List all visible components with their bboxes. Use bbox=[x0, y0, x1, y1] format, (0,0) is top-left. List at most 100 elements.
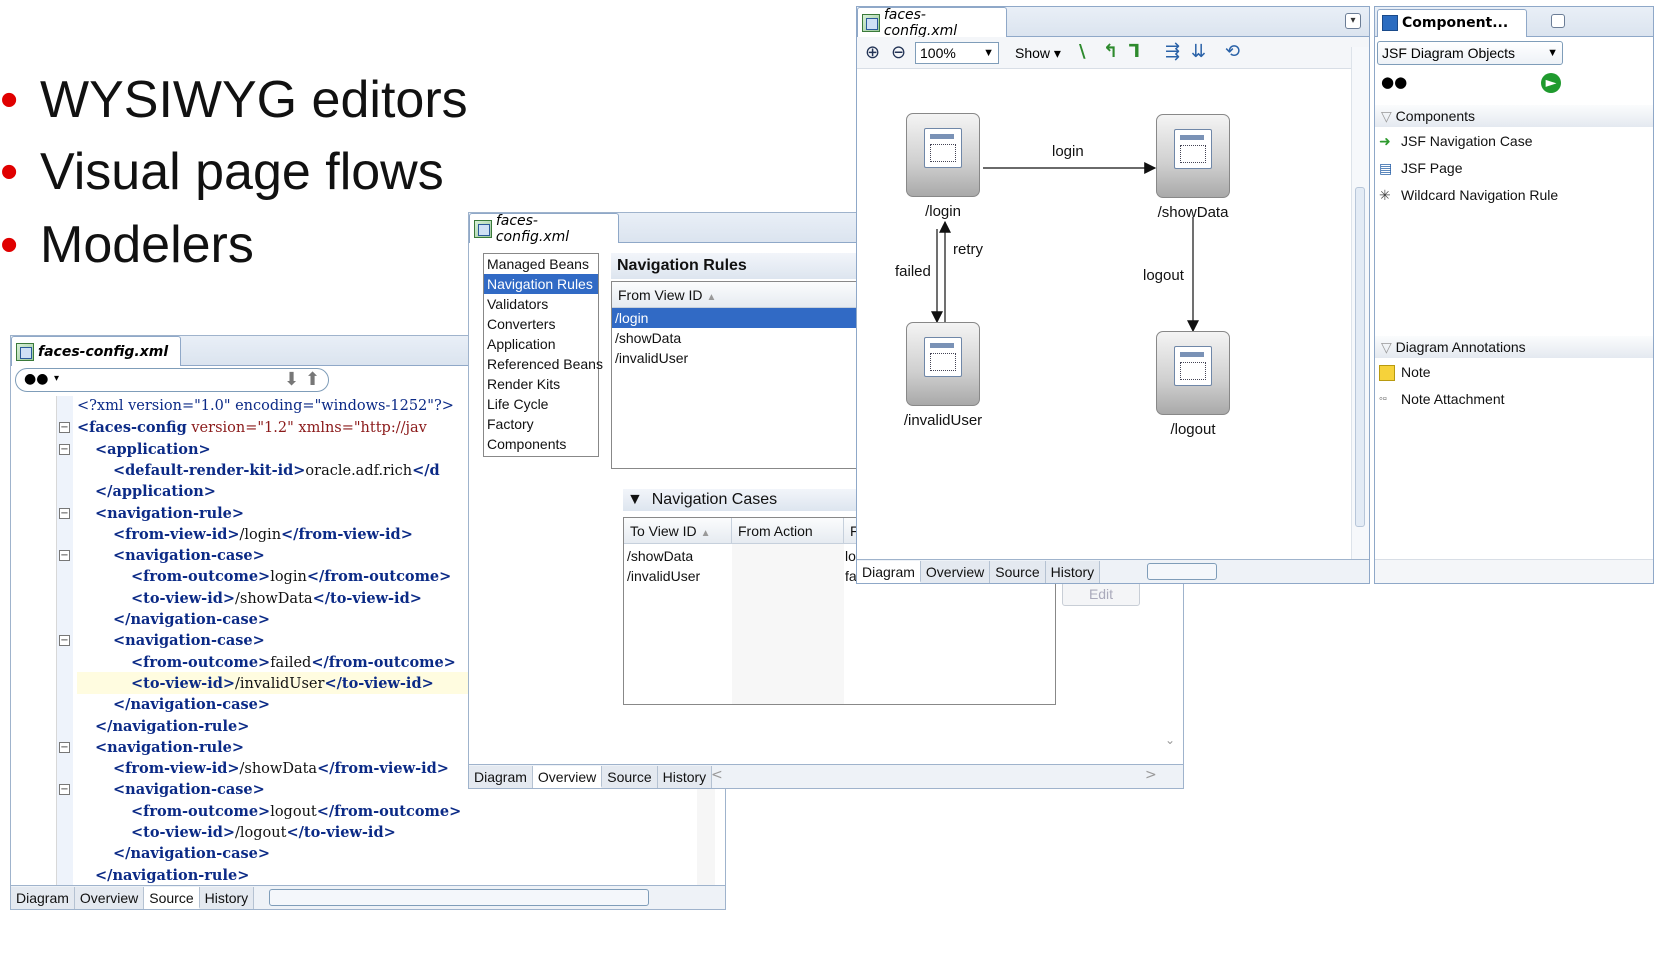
collapse-icon[interactable]: − bbox=[59, 507, 70, 519]
code-line[interactable]: <?xml version="1.0" encoding="windows-12… bbox=[77, 396, 454, 417]
rule-row[interactable]: /showData bbox=[612, 328, 860, 348]
collapse-triangle-icon[interactable]: ▽ bbox=[1381, 108, 1392, 124]
file-tab[interactable]: faces-config.xml bbox=[11, 336, 181, 366]
refresh-layout-icon[interactable]: ⟲ bbox=[1225, 41, 1240, 62]
scroll-left-icon[interactable]: < bbox=[711, 767, 723, 783]
code-line[interactable]: <application> bbox=[95, 439, 211, 461]
find-bar[interactable]: ●● ▾ ⬇ ⬆ bbox=[15, 368, 329, 392]
scroll-down-icon[interactable]: ⌄ bbox=[1165, 733, 1183, 763]
code-line[interactable]: </navigation-rule> bbox=[95, 865, 249, 887]
category-item[interactable]: Validators bbox=[484, 294, 598, 314]
tab-source[interactable]: Source bbox=[144, 886, 200, 909]
code-line[interactable]: <navigation-case> bbox=[113, 779, 265, 801]
tab-source[interactable]: Source bbox=[990, 560, 1046, 583]
page-node-showdata[interactable] bbox=[1156, 114, 1230, 198]
page-node-login[interactable] bbox=[906, 113, 980, 197]
palette-item[interactable]: ➜ JSF Navigation Case bbox=[1379, 128, 1653, 155]
code-line[interactable]: <to-view-id>/showData</to-view-id> bbox=[131, 588, 422, 610]
tab-overview[interactable]: Overview bbox=[532, 765, 603, 788]
rule-row[interactable]: /invalidUser bbox=[612, 348, 860, 368]
code-line[interactable]: </navigation-case> bbox=[113, 609, 270, 631]
code-line[interactable]: <navigation-case> bbox=[113, 630, 265, 652]
horizontal-scrollbar[interactable] bbox=[269, 889, 649, 906]
tab-diagram[interactable]: Diagram bbox=[857, 560, 921, 583]
category-list[interactable]: Managed Beans Navigation Rules Validator… bbox=[483, 253, 603, 457]
tab-diagram[interactable]: Diagram bbox=[469, 765, 533, 788]
section-header-components[interactable]: ▽ Components bbox=[1375, 105, 1653, 127]
category-item[interactable]: Managed Beans bbox=[484, 254, 598, 274]
scroll-thumb[interactable] bbox=[1355, 187, 1365, 527]
collapse-icon[interactable]: − bbox=[59, 741, 70, 753]
category-item[interactable]: Navigation Rules bbox=[484, 274, 598, 294]
case-cell[interactable]: /invalidUser bbox=[624, 566, 732, 586]
collapse-icon[interactable]: − bbox=[59, 550, 70, 562]
tab-source[interactable]: Source bbox=[602, 765, 658, 788]
find-next-icon[interactable]: ⬇ bbox=[284, 369, 299, 390]
tab-overview[interactable]: Overview bbox=[74, 886, 145, 909]
code-line[interactable]: </navigation-case> bbox=[113, 694, 270, 716]
curved-line-icon[interactable]: ↰ bbox=[1103, 41, 1118, 62]
case-cell[interactable]: /showData bbox=[624, 546, 732, 566]
code-line[interactable]: </navigation-case> bbox=[113, 843, 270, 865]
code-line[interactable]: <navigation-case> bbox=[113, 545, 265, 567]
category-item[interactable]: Life Cycle bbox=[484, 394, 598, 414]
code-line[interactable]: <from-outcome>login</from-outcome> bbox=[131, 566, 451, 588]
rule-row[interactable]: /login bbox=[612, 308, 860, 328]
palette-item[interactable]: ▤ JSF Page bbox=[1379, 155, 1653, 182]
cases-column-header[interactable]: To View ID ▲ bbox=[624, 518, 732, 544]
collapse-icon[interactable]: − bbox=[59, 443, 70, 455]
category-item[interactable]: Factory bbox=[484, 414, 598, 434]
category-item[interactable]: Application bbox=[484, 334, 598, 354]
palette-item[interactable]: ✳ Wildcard Navigation Rule bbox=[1379, 182, 1653, 209]
category-item[interactable]: Referenced Beans bbox=[484, 354, 603, 374]
zoom-select[interactable]: 100% ▼ bbox=[915, 42, 999, 64]
vertical-scrollbar[interactable] bbox=[1351, 47, 1369, 559]
code-line[interactable]: <from-view-id>/login</from-view-id> bbox=[113, 524, 413, 546]
tab-history[interactable]: History bbox=[657, 765, 713, 788]
collapse-icon[interactable]: − bbox=[59, 422, 70, 434]
find-previous-icon[interactable]: ⬆ bbox=[305, 369, 320, 390]
add-icon[interactable]: ► bbox=[1541, 73, 1561, 93]
straight-line-icon[interactable]: \ bbox=[1079, 41, 1086, 62]
code-line[interactable]: </navigation-rule> bbox=[95, 716, 249, 738]
zoom-out-icon[interactable]: ⊖ bbox=[891, 42, 906, 63]
binoculars-icon[interactable]: ●● bbox=[24, 371, 48, 387]
page-node-logout[interactable] bbox=[1156, 331, 1230, 415]
layout-horizontal-icon[interactable]: ⇶ bbox=[1165, 41, 1180, 62]
file-tab[interactable]: faces-config.xml bbox=[857, 7, 1007, 39]
file-tab[interactable]: faces-config.xml bbox=[469, 213, 619, 245]
orthogonal-line-icon[interactable]: ⅂ bbox=[1129, 41, 1139, 62]
minimize-icon[interactable] bbox=[1551, 14, 1565, 28]
zoom-in-icon[interactable]: ⊕ bbox=[865, 42, 880, 63]
layout-vertical-icon[interactable]: ⇊ bbox=[1191, 41, 1206, 62]
edge-label[interactable]: failed bbox=[895, 263, 931, 280]
edge-label[interactable]: login bbox=[1052, 143, 1084, 160]
collapse-triangle-icon[interactable]: ▽ bbox=[1381, 339, 1392, 355]
code-line[interactable]: <faces-config version="1.2" xmlns="http:… bbox=[77, 417, 427, 439]
tab-overview[interactable]: Overview bbox=[920, 560, 991, 583]
show-menu-button[interactable]: Show ▾ bbox=[1015, 45, 1061, 62]
section-header-diagram-annotations[interactable]: ▽ Diagram Annotations bbox=[1375, 336, 1653, 358]
code-line[interactable]: <default-render-kit-id>oracle.adf.rich</… bbox=[113, 460, 440, 482]
tab-history[interactable]: History bbox=[199, 886, 255, 909]
palette-dropdown[interactable]: JSF Diagram Objects ▼ bbox=[1377, 41, 1563, 65]
edit-button[interactable]: Edit bbox=[1062, 582, 1140, 606]
diagram-canvas[interactable]: /login /showData /invalidUser /logout lo… bbox=[857, 69, 1351, 559]
code-line[interactable]: <navigation-rule> bbox=[95, 503, 244, 525]
tab-diagram[interactable]: Diagram bbox=[11, 886, 75, 909]
code-line[interactable]: <to-view-id>/invalidUser</to-view-id> bbox=[131, 673, 434, 695]
code-line[interactable]: <navigation-rule> bbox=[95, 737, 244, 759]
page-node-invaliduser[interactable] bbox=[906, 322, 980, 406]
code-line[interactable]: <to-view-id>/logout</to-view-id> bbox=[131, 822, 396, 844]
collapse-icon[interactable]: − bbox=[59, 784, 70, 796]
cases-column-header[interactable]: From Action bbox=[732, 518, 844, 544]
edge-label[interactable]: logout bbox=[1143, 267, 1184, 284]
window-menu-icon[interactable]: ▾ bbox=[1345, 13, 1361, 29]
rules-column-header[interactable]: From View ID ▲ bbox=[612, 282, 860, 308]
category-item[interactable]: Converters bbox=[484, 314, 598, 334]
code-line[interactable]: <from-view-id>/showData</from-view-id> bbox=[113, 758, 449, 780]
category-item[interactable]: Components bbox=[484, 434, 598, 454]
collapse-icon[interactable]: − bbox=[59, 635, 70, 647]
chevron-down-icon[interactable]: ▾ bbox=[54, 373, 59, 384]
code-line[interactable]: </application> bbox=[95, 481, 216, 503]
